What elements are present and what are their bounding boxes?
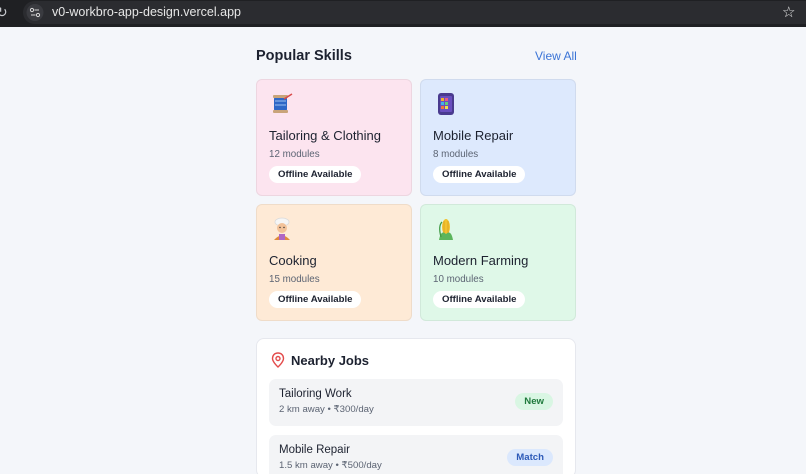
- job-item-tailoring-work[interactable]: Tailoring Work 2 km away • ₹300/day New: [269, 379, 563, 426]
- bookmark-star-icon[interactable]: ☆: [782, 3, 795, 21]
- skill-card-modules: 12 modules: [269, 149, 320, 160]
- browser-toolbar: ↻ v0-workbro-app-design.vercel.app ☆: [0, 0, 806, 27]
- skill-card-mobile-repair[interactable]: Mobile Repair 8 modules Offline Availabl…: [420, 79, 576, 196]
- offline-badge: Offline Available: [269, 166, 362, 183]
- reload-icon[interactable]: ↻: [0, 4, 8, 21]
- mobile-phone-icon: [438, 93, 454, 115]
- nearby-jobs-heading: Nearby Jobs: [291, 353, 370, 368]
- skill-card-tailoring[interactable]: Tailoring & Clothing 12 modules Offline …: [256, 79, 412, 196]
- job-meta: 1.5 km away • ₹500/day: [279, 460, 382, 471]
- chef-icon: [274, 217, 290, 240]
- skill-card-modules: 10 modules: [433, 274, 484, 285]
- offline-badge: Offline Available: [433, 166, 526, 183]
- view-all-link[interactable]: View All: [535, 49, 577, 63]
- skill-card-modules: 8 modules: [433, 149, 479, 160]
- skill-card-title: Tailoring & Clothing: [269, 128, 382, 143]
- offline-badge: Offline Available: [433, 291, 526, 308]
- url-text[interactable]: v0-workbro-app-design.vercel.app: [52, 5, 241, 19]
- skill-card-title: Cooking: [269, 253, 317, 268]
- corn-icon: [439, 219, 453, 240]
- job-title: Tailoring Work: [279, 388, 352, 400]
- new-badge: New: [515, 393, 553, 410]
- job-title: Mobile Repair: [279, 444, 350, 456]
- location-pin-icon: [271, 352, 285, 368]
- site-settings-icon[interactable]: [26, 4, 44, 21]
- skill-card-cooking[interactable]: Cooking 15 modules Offline Available: [256, 204, 412, 321]
- nearby-jobs-panel: Nearby Jobs Tailoring Work 2 km away • ₹…: [256, 338, 576, 474]
- match-badge: Match: [507, 449, 553, 466]
- skill-card-modern-farming[interactable]: Modern Farming 10 modules Offline Availa…: [420, 204, 576, 321]
- job-meta: 2 km away • ₹300/day: [279, 404, 374, 415]
- job-item-mobile-repair[interactable]: Mobile Repair 1.5 km away • ₹500/day Mat…: [269, 435, 563, 474]
- skill-card-modules: 15 modules: [269, 274, 320, 285]
- popular-skills-heading: Popular Skills: [256, 48, 352, 64]
- skill-card-title: Mobile Repair: [433, 128, 514, 143]
- skill-card-title: Modern Farming: [433, 253, 529, 268]
- offline-badge: Offline Available: [269, 291, 362, 308]
- sewing-thread-icon: [273, 93, 293, 113]
